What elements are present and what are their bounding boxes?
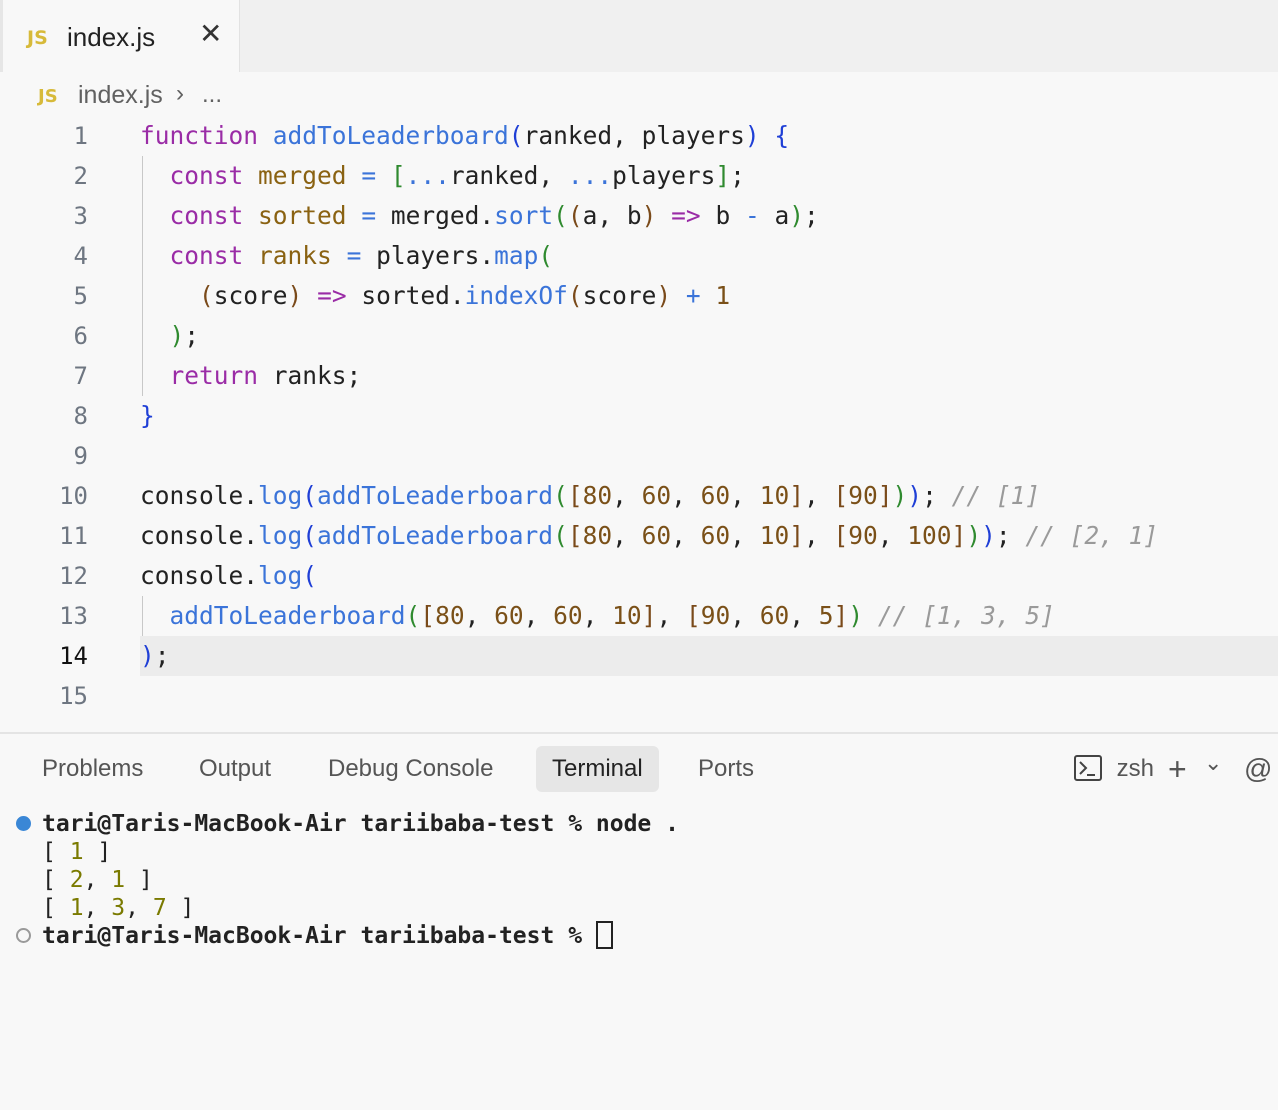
tab-terminal[interactable]: Terminal: [536, 746, 659, 792]
code-line: 1 function addToLeaderboard(ranked, play…: [0, 116, 1278, 156]
code-line: 2 const merged = [...ranked, ...players]…: [0, 156, 1278, 196]
code-text: addToLeaderboard([80, 60, 60, 10], [90, …: [169, 601, 1055, 630]
terminal-prompt-line[interactable]: tari@Taris-MacBook-Air tariibaba-test %: [42, 920, 613, 950]
terminal-output-line: [ 1, 3, 7 ]: [42, 895, 195, 921]
code-text: }: [140, 401, 155, 430]
code-text: const merged = [...ranked, ...players];: [169, 161, 745, 190]
code-text: return ranks;: [169, 361, 362, 390]
bottom-panel: Problems Output Debug Console Terminal P…: [0, 732, 1278, 1110]
line-number: 10: [59, 482, 88, 510]
code-text: const sorted = merged.sort((a, b) => b -…: [169, 201, 819, 230]
code-text: );: [169, 321, 200, 350]
code-text: console.log(addToLeaderboard([80, 60, 60…: [140, 521, 1159, 550]
code-text: );: [140, 641, 170, 670]
line-number: 3: [73, 202, 88, 230]
tab-index-js[interactable]: JS index.js ✕: [0, 0, 240, 72]
js-file-icon: JS: [27, 27, 48, 49]
code-text: const ranks = players.map(: [169, 241, 554, 270]
terminal-shell-selector[interactable]: zsh: [1074, 746, 1154, 792]
chevron-down-icon[interactable]: ⌄: [1204, 740, 1222, 786]
line-number: 2: [73, 162, 88, 190]
line-number: 5: [73, 282, 88, 310]
code-line: 15: [0, 676, 1278, 716]
tab-debug-console[interactable]: Debug Console: [312, 746, 509, 792]
terminal-prompt-line: tari@Taris-MacBook-Air tariibaba-test % …: [42, 811, 679, 837]
code-line: 8 }: [0, 396, 1278, 436]
line-number: 15: [59, 682, 88, 710]
tab-ports[interactable]: Ports: [682, 746, 770, 792]
terminal-output-line: [ 1 ]: [42, 839, 112, 865]
code-line: 7 return ranks;: [0, 356, 1278, 396]
line-number: 7: [73, 362, 88, 390]
js-file-icon: JS: [38, 86, 58, 107]
line-number: 9: [73, 442, 88, 470]
code-text: function addToLeaderboard(ranked, player…: [140, 121, 790, 150]
code-line: 5 (score) => sorted.indexOf(score) + 1: [0, 276, 1278, 316]
line-number: 8: [73, 402, 88, 430]
editor-tab-bar: JS index.js ✕: [0, 0, 1278, 72]
code-line: 4 const ranks = players.map(: [0, 236, 1278, 276]
breadcrumb: JS index.js › ...: [0, 72, 1278, 118]
command-idle-dot: [16, 928, 31, 943]
code-line: 10 console.log(addToLeaderboard([80, 60,…: [0, 476, 1278, 516]
shell-name: zsh: [1116, 755, 1155, 782]
line-number: 13: [59, 602, 88, 630]
code-line: 14 );: [0, 636, 1278, 676]
add-terminal-icon[interactable]: +: [1168, 746, 1187, 792]
code-line: 13 addToLeaderboard([80, 60, 60, 10], [9…: [0, 596, 1278, 636]
command-success-dot: [16, 816, 31, 831]
line-number: 11: [59, 522, 88, 550]
code-line: 3 const sorted = merged.sort((a, b) => b…: [0, 196, 1278, 236]
tab-output[interactable]: Output: [183, 746, 287, 792]
line-number-active: 14: [59, 642, 88, 670]
line-number: 4: [73, 242, 88, 270]
tab-label: index.js: [67, 22, 156, 52]
chevron-right-icon: ›: [176, 80, 184, 107]
code-editor[interactable]: 1 function addToLeaderboard(ranked, play…: [0, 116, 1278, 716]
at-icon[interactable]: @: [1244, 746, 1272, 792]
code-line: 9: [0, 436, 1278, 476]
breadcrumb-more[interactable]: ...: [202, 81, 222, 109]
terminal-output-line: [ 2, 1 ]: [42, 867, 153, 893]
code-line: 12 console.log(: [0, 556, 1278, 596]
code-text: console.log(: [140, 561, 318, 590]
terminal-cursor: [595, 920, 613, 949]
line-number: 6: [73, 322, 88, 350]
code-line: 11 console.log(addToLeaderboard([80, 60,…: [0, 516, 1278, 556]
line-number: 12: [59, 562, 88, 590]
breadcrumb-file[interactable]: index.js: [78, 81, 163, 110]
terminal-icon: [1074, 754, 1102, 781]
line-number: 1: [73, 122, 88, 150]
tab-problems[interactable]: Problems: [26, 746, 159, 792]
close-icon[interactable]: ✕: [199, 20, 222, 48]
code-text: console.log(addToLeaderboard([80, 60, 60…: [140, 481, 1041, 510]
code-text: (score) => sorted.indexOf(score) + 1: [199, 281, 731, 310]
code-line: 6 );: [0, 316, 1278, 356]
